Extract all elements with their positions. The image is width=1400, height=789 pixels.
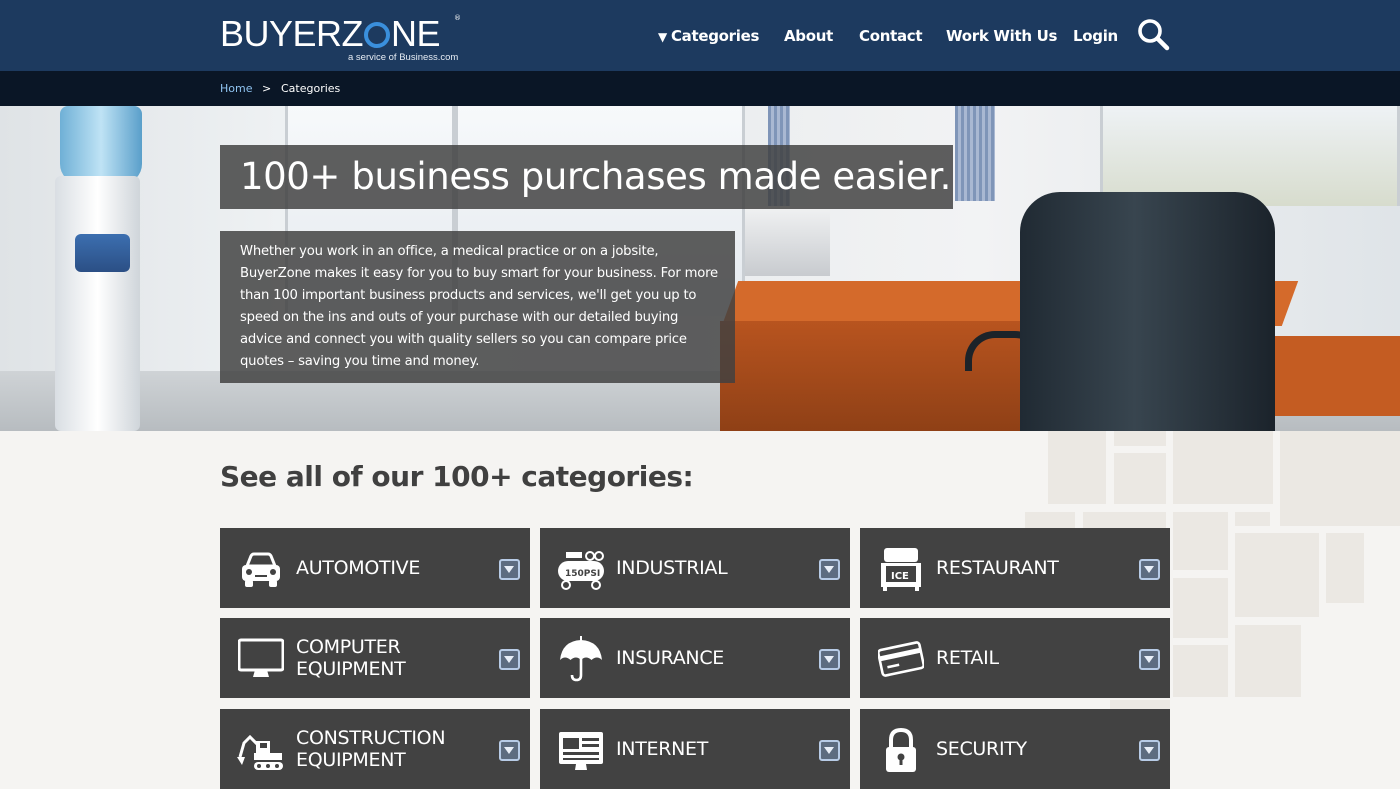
category-label: RETAIL: [936, 647, 999, 669]
category-card-insurance[interactable]: INSURANCE: [540, 618, 850, 698]
breadcrumb-current: Categories: [281, 82, 341, 95]
credit-card-icon: [878, 641, 924, 677]
expand-toggle-icon[interactable]: [499, 649, 520, 670]
logo-registered-mark: ®: [454, 14, 461, 22]
caret-down-icon: ▼: [658, 30, 667, 44]
water-cooler: [55, 176, 140, 431]
hero-title: 100+ business purchases made easier.: [220, 145, 953, 209]
category-card-industrial[interactable]: 150PSI INDUSTRIAL: [540, 528, 850, 608]
expand-toggle-icon[interactable]: [819, 559, 840, 580]
categories-heading: See all of our 100+ categories:: [220, 460, 694, 493]
category-card-automotive[interactable]: AUTOMOTIVE: [220, 528, 530, 608]
category-card-internet[interactable]: INTERNET: [540, 709, 850, 789]
category-label: RESTAURANT: [936, 557, 1059, 579]
site-header: BUYERZ NE ® a service of Business.com ▼ Ca…: [0, 0, 1400, 71]
logo-tagline: a service of Business.com: [348, 52, 459, 63]
expand-toggle-icon[interactable]: [499, 559, 520, 580]
compressor-icon: 150PSI: [558, 551, 604, 590]
logo-ring-icon: [364, 22, 391, 48]
nav-work-with-us[interactable]: Work With Us: [946, 25, 1057, 47]
breadcrumb-home-link[interactable]: Home: [220, 82, 252, 95]
nav-about[interactable]: About: [784, 25, 833, 47]
category-label: INSURANCE: [616, 647, 724, 669]
nav-contact[interactable]: Contact: [859, 25, 923, 47]
car-icon: [242, 552, 280, 587]
expand-toggle-icon[interactable]: [1139, 649, 1160, 670]
category-card-restaurant[interactable]: ICE RESTAURANT: [860, 528, 1170, 608]
expand-toggle-icon[interactable]: [819, 649, 840, 670]
office-printer: [745, 206, 830, 276]
expand-toggle-icon[interactable]: [819, 740, 840, 761]
ice-machine-icon: ICE: [881, 548, 921, 591]
nav-categories-label: Categories: [670, 27, 760, 45]
water-bottle: [60, 106, 142, 184]
expand-toggle-icon[interactable]: [1139, 740, 1160, 761]
logo-wordmark: BUYERZ NE: [220, 13, 441, 54]
office-chair: [1020, 192, 1275, 431]
category-label: COMPUTER EQUIPMENT: [296, 636, 406, 680]
category-label: INTERNET: [616, 738, 709, 760]
hero-blind: [955, 106, 995, 201]
nav-categories[interactable]: ▼ Categories: [658, 25, 759, 48]
breadcrumb: [0, 71, 1400, 106]
expand-toggle-icon[interactable]: [1139, 559, 1160, 580]
category-card-computer-equipment[interactable]: COMPUTER EQUIPMENT: [220, 618, 530, 698]
water-cooler-taps: [75, 234, 130, 272]
padlock-icon: [886, 727, 916, 772]
umbrella-icon: [560, 636, 602, 682]
expand-toggle-icon[interactable]: [499, 740, 520, 761]
category-card-security[interactable]: SECURITY: [860, 709, 1170, 789]
category-label: INDUSTRIAL: [616, 557, 728, 579]
category-label: AUTOMOTIVE: [296, 557, 421, 579]
category-card-retail[interactable]: RETAIL: [860, 618, 1170, 698]
breadcrumb-separator: >: [262, 82, 272, 95]
web-page-icon: [559, 732, 603, 770]
category-label: SECURITY: [936, 738, 1027, 760]
hero-window: [1100, 106, 1400, 206]
hero-description: Whether you work in an office, a medical…: [220, 231, 735, 383]
nav-login[interactable]: Login: [1073, 25, 1118, 47]
category-label: CONSTRUCTION EQUIPMENT: [296, 727, 446, 771]
monitor-icon: [238, 638, 284, 677]
excavator-icon: [237, 734, 283, 770]
search-icon[interactable]: [1136, 17, 1170, 51]
svg-text:ICE: ICE: [891, 571, 909, 582]
category-card-construction-equipment[interactable]: CONSTRUCTION EQUIPMENT: [220, 709, 530, 789]
buyerzone-logo[interactable]: BUYERZ NE ® a service of Business.com: [220, 14, 465, 64]
svg-text:150PSI: 150PSI: [565, 569, 600, 579]
